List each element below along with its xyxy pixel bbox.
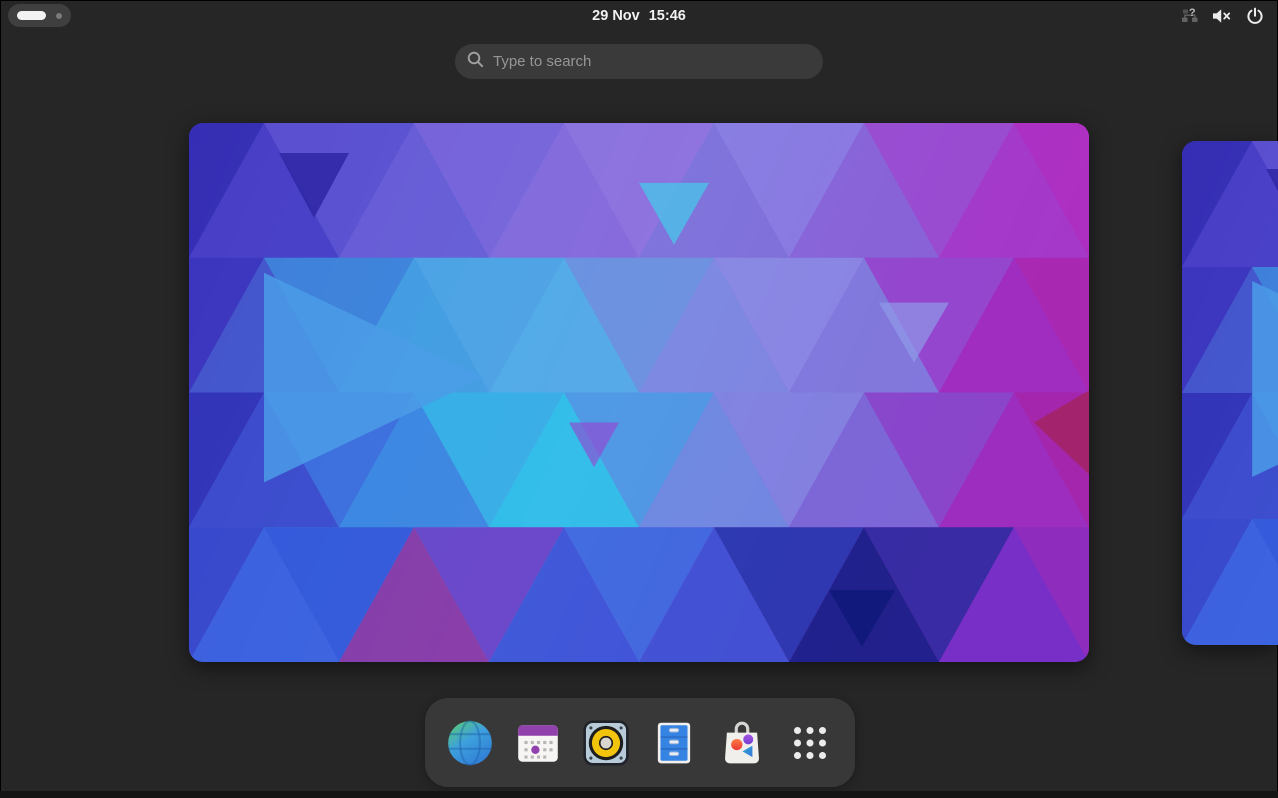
dock-app-web[interactable] (443, 712, 497, 774)
wallpaper (189, 123, 1089, 662)
clock[interactable]: 29 Nov 15:46 (592, 0, 686, 31)
calendar-icon (513, 718, 563, 768)
dock-app-files[interactable] (647, 712, 701, 774)
dash (425, 698, 855, 787)
workspace-thumbnail-next[interactable] (1182, 141, 1278, 645)
svg-text:?: ? (1189, 7, 1196, 19)
speaker-icon (581, 718, 631, 768)
app-grid-icon (785, 718, 835, 768)
workspace-dot-inactive[interactable] (56, 13, 62, 19)
search-bar (455, 44, 823, 79)
workspace-pill-active[interactable] (17, 11, 46, 20)
clock-date: 29 Nov (592, 8, 640, 24)
web-browser-icon (445, 718, 495, 768)
file-cabinet-icon (649, 718, 699, 768)
clock-time: 15:46 (649, 8, 686, 24)
dock-app-grid[interactable] (783, 712, 837, 774)
power-icon[interactable] (1246, 7, 1264, 25)
software-bag-icon (717, 718, 767, 768)
top-bar: 29 Nov 15:46 ? (0, 0, 1278, 31)
dock-app-software[interactable] (715, 712, 769, 774)
system-status-area[interactable]: ? (1181, 7, 1270, 25)
dock-app-calendar[interactable] (511, 712, 565, 774)
screen-bottom-edge (0, 791, 1278, 798)
search-input[interactable] (493, 53, 811, 70)
network-unknown-icon[interactable]: ? (1181, 7, 1199, 24)
wallpaper-next (1182, 141, 1278, 645)
search-icon (467, 51, 484, 73)
workspace-indicator[interactable] (8, 4, 71, 27)
workspace-thumbnail-current[interactable] (189, 123, 1089, 662)
dock-app-music[interactable] (579, 712, 633, 774)
volume-muted-icon[interactable] (1212, 8, 1233, 24)
